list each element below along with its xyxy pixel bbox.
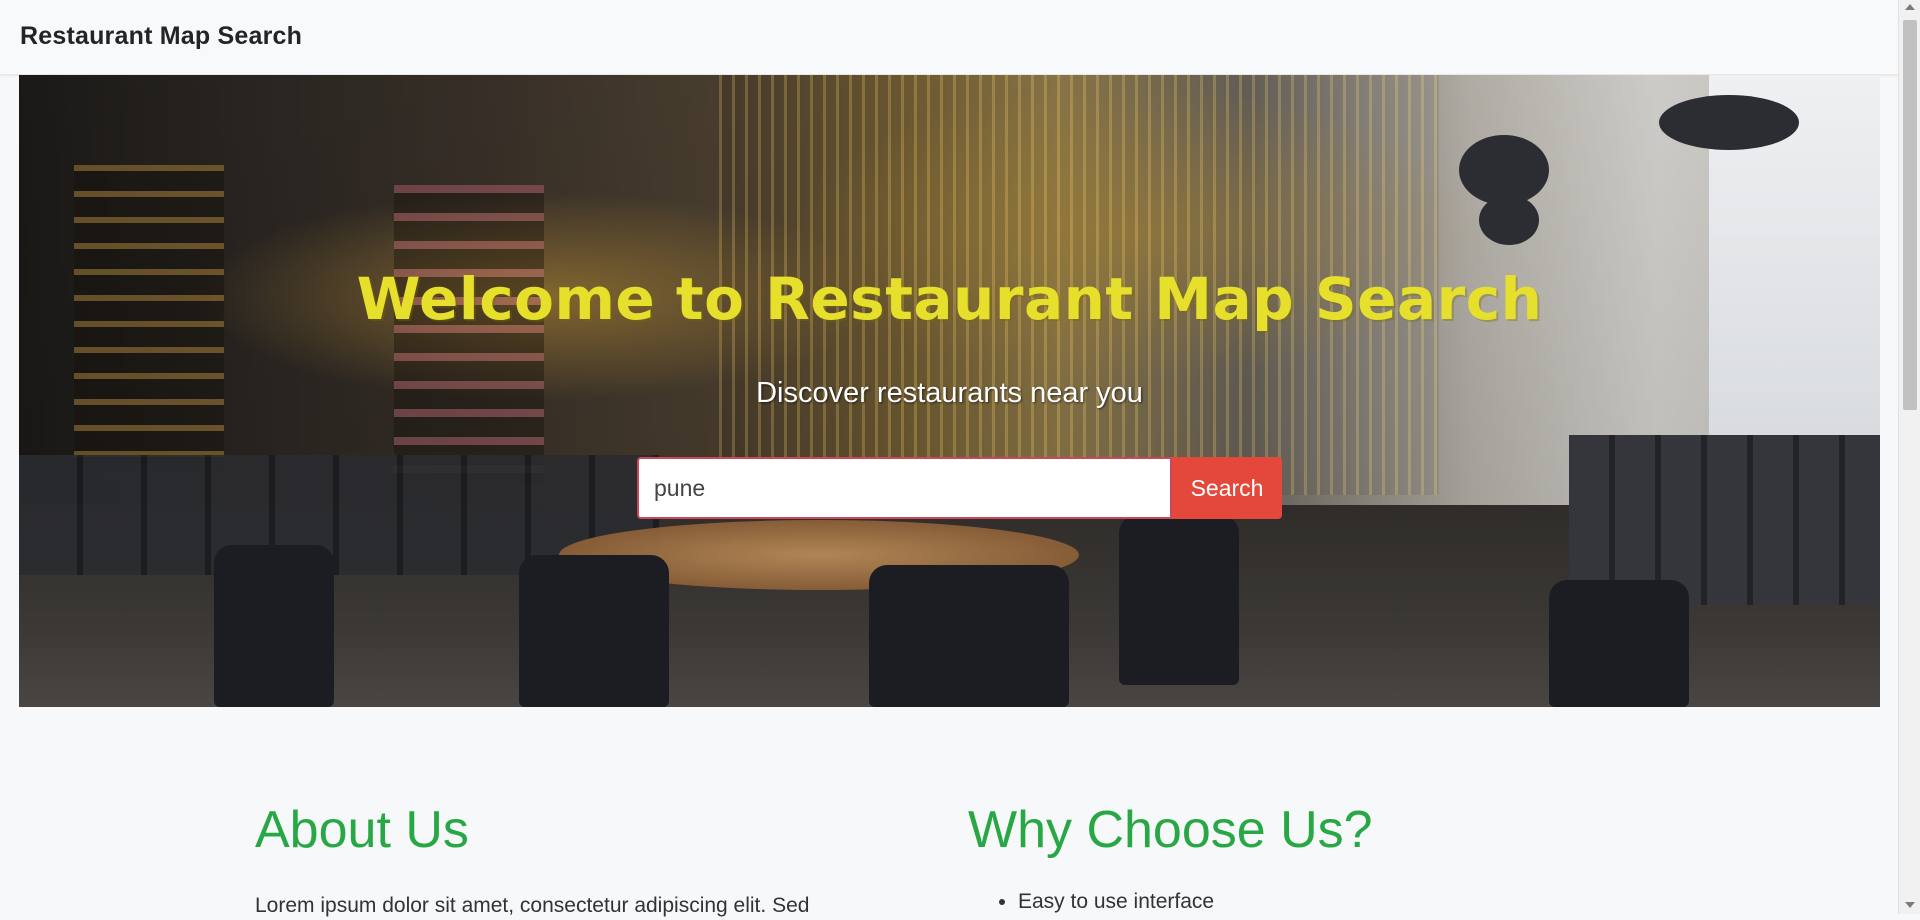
why-list: Easy to use interface	[968, 890, 1648, 914]
scroll-up-icon[interactable]	[1905, 4, 1915, 10]
top-navbar: Restaurant Map Search	[0, 0, 1898, 75]
hero-image-detail	[1549, 580, 1689, 707]
about-heading: About Us	[255, 801, 469, 859]
scroll-down-icon[interactable]	[1905, 902, 1915, 908]
hero-image-detail	[1119, 515, 1239, 685]
hero-image-detail	[1659, 95, 1799, 150]
hero-image-detail	[394, 185, 544, 485]
search-form: Search	[637, 457, 1282, 519]
search-button[interactable]: Search	[1172, 457, 1282, 519]
why-section: Why Choose Us? Easy to use interface	[968, 800, 1648, 920]
scrollbar-thumb[interactable]	[1903, 20, 1917, 410]
list-item: Easy to use interface	[1018, 890, 1648, 914]
about-section: About Us Lorem ipsum dolor sit amet, con…	[255, 800, 935, 918]
page-scrollbar[interactable]	[1898, 0, 1920, 914]
hero-image-detail	[1479, 195, 1539, 245]
hero-subtitle: Discover restaurants near you	[756, 377, 1143, 409]
hero-image-detail	[869, 565, 1069, 707]
navbar-brand[interactable]: Restaurant Map Search	[20, 22, 302, 51]
hero-title: Welcome to Restaurant Map Search	[356, 265, 1543, 333]
hero-image-detail	[214, 545, 334, 707]
hero-banner: Welcome to Restaurant Map Search Discove…	[19, 75, 1880, 707]
hero-image-detail	[519, 555, 669, 707]
search-input[interactable]	[637, 457, 1172, 519]
why-heading: Why Choose Us?	[968, 801, 1373, 859]
about-text: Lorem ipsum dolor sit amet, consectetur …	[255, 894, 810, 917]
